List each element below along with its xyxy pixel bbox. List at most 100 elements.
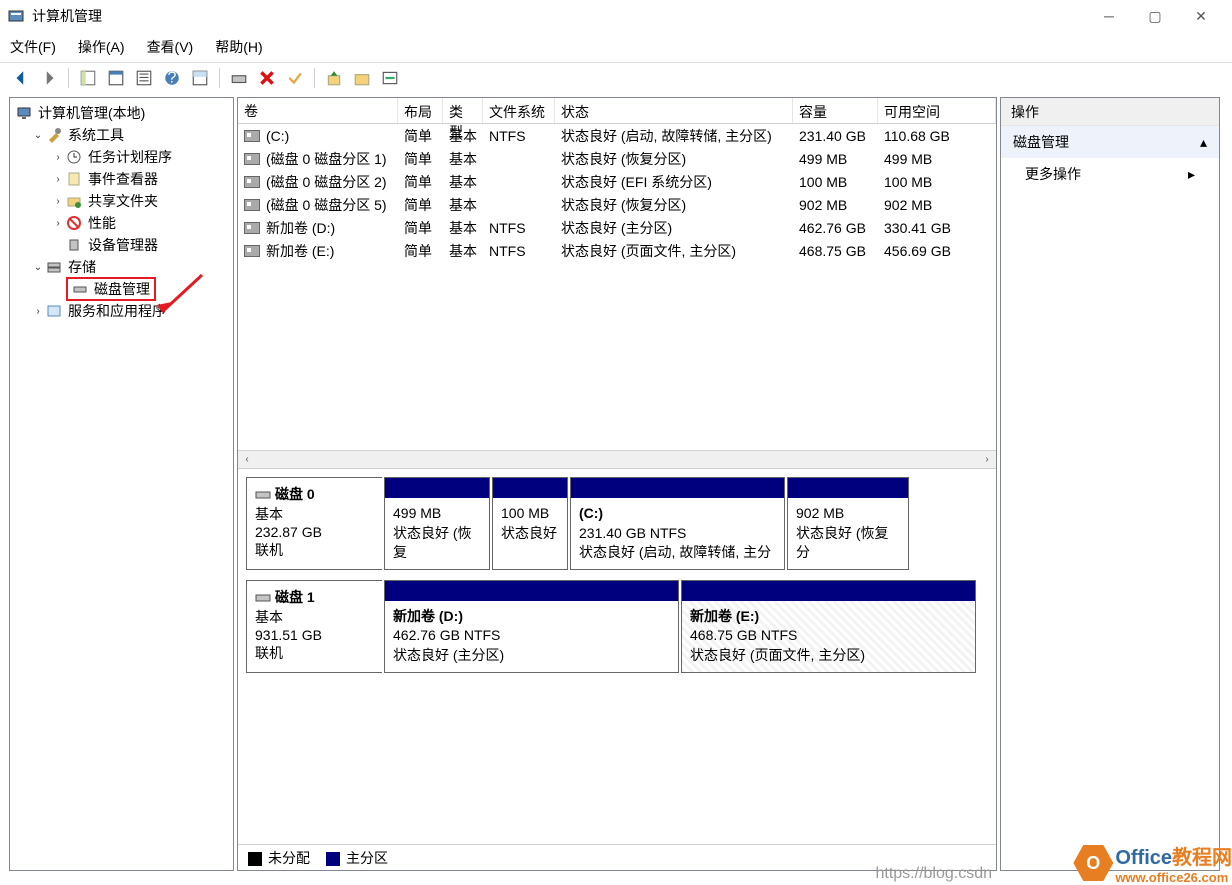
scroll-track[interactable] xyxy=(256,452,978,468)
volume-row[interactable]: (磁盘 0 磁盘分区 2) 简单 基本 状态良好 (EFI 系统分区) 100 … xyxy=(238,170,996,193)
col-free[interactable]: 可用空间 xyxy=(878,98,996,123)
partition-cell[interactable]: 新加卷 (D:)462.76 GB NTFS状态良好 (主分区) xyxy=(384,580,679,673)
scroll-left-icon[interactable]: ‹ xyxy=(238,451,256,469)
computer-icon xyxy=(16,105,32,121)
tools-icon xyxy=(46,127,62,143)
reset-button[interactable] xyxy=(284,67,306,89)
show-hide-tree-button[interactable] xyxy=(77,67,99,89)
help-button[interactable]: ? xyxy=(161,67,183,89)
up-button[interactable] xyxy=(323,67,345,89)
tree-task-scheduler[interactable]: › 任务计划程序 xyxy=(12,146,231,168)
maximize-button[interactable]: ▢ xyxy=(1132,0,1178,32)
col-status[interactable]: 状态 xyxy=(555,98,793,123)
tree-event-viewer[interactable]: › 事件查看器 xyxy=(12,168,231,190)
volume-icon xyxy=(244,199,260,211)
minimize-button[interactable]: ─ xyxy=(1086,0,1132,32)
partition-cell[interactable]: (C:)231.40 GB NTFS状态良好 (启动, 故障转储, 主分 xyxy=(570,477,785,570)
partition-header xyxy=(682,581,975,601)
volume-icon xyxy=(244,176,260,188)
tree-device-manager[interactable]: 设备管理器 xyxy=(12,234,231,256)
disk-graphical-view: 磁盘 0基本232.87 GB联机 499 MB状态良好 (恢复 100 MB状… xyxy=(238,468,996,844)
app-icon xyxy=(8,8,24,24)
tree-perf-label: 性能 xyxy=(88,213,116,233)
partition-body: (C:)231.40 GB NTFS状态良好 (启动, 故障转储, 主分 xyxy=(571,498,784,569)
expand-icon[interactable]: › xyxy=(52,151,64,163)
tree-root[interactable]: 计算机管理(本地) xyxy=(12,102,231,124)
actions-header: 操作 xyxy=(1001,98,1219,126)
collapse-icon[interactable]: ⌄ xyxy=(32,129,44,141)
close-button[interactable]: ✕ xyxy=(1178,0,1224,32)
scan-button[interactable] xyxy=(228,67,250,89)
menu-file[interactable]: 文件(F) xyxy=(10,37,56,57)
col-capacity[interactable]: 容量 xyxy=(793,98,878,123)
separator xyxy=(219,68,220,88)
menu-bar: 文件(F) 操作(A) 查看(V) 帮助(H) xyxy=(0,32,1232,62)
tree-services-apps[interactable]: › 服务和应用程序 xyxy=(12,300,231,322)
tree-diskmgmt-label: 磁盘管理 xyxy=(94,279,150,299)
collapse-icon[interactable]: ⌄ xyxy=(32,261,44,273)
actions-more[interactable]: 更多操作 ▸ xyxy=(1001,158,1219,190)
menu-action[interactable]: 操作(A) xyxy=(78,37,125,57)
toolbar: ? xyxy=(0,62,1232,92)
col-type[interactable]: 类型 xyxy=(443,98,483,123)
delete-button[interactable] xyxy=(256,67,278,89)
compact-view-button[interactable] xyxy=(379,67,401,89)
volume-row[interactable]: 新加卷 (E:) 简单 基本 NTFS 状态良好 (页面文件, 主分区) 468… xyxy=(238,239,996,262)
actions-pane: 操作 磁盘管理 ▴ 更多操作 ▸ xyxy=(1000,97,1220,871)
disk-info[interactable]: 磁盘 1基本931.51 GB联机 xyxy=(246,580,382,673)
partition-cell[interactable]: 100 MB状态良好 xyxy=(492,477,568,570)
forward-button[interactable] xyxy=(38,67,60,89)
title-bar: 计算机管理 ─ ▢ ✕ xyxy=(0,0,1232,32)
partition-body: 新加卷 (E:)468.75 GB NTFS状态良好 (页面文件, 主分区) xyxy=(682,601,975,672)
view-list-button[interactable] xyxy=(133,67,155,89)
expand-icon[interactable]: › xyxy=(52,195,64,207)
blank xyxy=(52,283,64,295)
tree-storage-label: 存储 xyxy=(68,257,96,277)
actions-section-diskmgmt[interactable]: 磁盘管理 ▴ xyxy=(1001,126,1219,158)
properties-button[interactable] xyxy=(105,67,127,89)
tree-svc-label: 服务和应用程序 xyxy=(68,301,166,321)
services-icon xyxy=(46,303,62,319)
back-button[interactable] xyxy=(10,67,32,89)
tree-system-tools[interactable]: ⌄ 系统工具 xyxy=(12,124,231,146)
partition-cell[interactable]: 499 MB状态良好 (恢复 xyxy=(384,477,490,570)
blank xyxy=(52,239,64,251)
col-layout[interactable]: 布局 xyxy=(398,98,443,123)
tree-storage[interactable]: ⌄ 存储 xyxy=(12,256,231,278)
disk-row: 磁盘 0基本232.87 GB联机 499 MB状态良好 (恢复 100 MB状… xyxy=(246,477,988,570)
tree-disk-management[interactable]: 磁盘管理 xyxy=(12,278,231,300)
tree-sys-label: 系统工具 xyxy=(68,125,124,145)
perf-icon xyxy=(66,215,82,231)
volume-row[interactable]: (磁盘 0 磁盘分区 5) 简单 基本 状态良好 (恢复分区) 902 MB 9… xyxy=(238,193,996,216)
new-folder-button[interactable] xyxy=(351,67,373,89)
partition-body: 新加卷 (D:)462.76 GB NTFS状态良好 (主分区) xyxy=(385,601,678,672)
tree-shared-folders[interactable]: › 共享文件夹 xyxy=(12,190,231,212)
scroll-right-icon[interactable]: › xyxy=(978,451,996,469)
partition-body: 100 MB状态良好 xyxy=(493,498,567,569)
tree-performance[interactable]: › 性能 xyxy=(12,212,231,234)
partition-cell[interactable]: 新加卷 (E:)468.75 GB NTFS状态良好 (页面文件, 主分区) xyxy=(681,580,976,673)
volume-icon xyxy=(244,222,260,234)
disk-info[interactable]: 磁盘 0基本232.87 GB联机 xyxy=(246,477,382,570)
volume-row[interactable]: 新加卷 (D:) 简单 基本 NTFS 状态良好 (主分区) 462.76 GB… xyxy=(238,216,996,239)
expand-triangle-icon: ▸ xyxy=(1188,166,1195,183)
hexagon-icon: O xyxy=(1073,843,1113,883)
volume-row[interactable]: (磁盘 0 磁盘分区 1) 简单 基本 状态良好 (恢复分区) 499 MB 4… xyxy=(238,147,996,170)
separator xyxy=(68,68,69,88)
partition-cell[interactable]: 902 MB状态良好 (恢复分 xyxy=(787,477,909,570)
tree-event-label: 事件查看器 xyxy=(88,169,158,189)
volume-row[interactable]: (C:) 简单 基本 NTFS 状态良好 (启动, 故障转储, 主分区) 231… xyxy=(238,124,996,147)
window-title: 计算机管理 xyxy=(32,6,1086,26)
partition-header xyxy=(493,478,567,498)
expand-icon[interactable]: › xyxy=(52,173,64,185)
col-filesystem[interactable]: 文件系统 xyxy=(483,98,555,123)
horizontal-scrollbar[interactable]: ‹ › xyxy=(238,450,996,468)
expand-icon[interactable]: › xyxy=(32,305,44,317)
col-volume[interactable]: 卷 xyxy=(238,98,398,123)
menu-help[interactable]: 帮助(H) xyxy=(215,37,262,57)
expand-icon[interactable]: › xyxy=(52,217,64,229)
actions-more-label: 更多操作 xyxy=(1025,164,1081,184)
collapse-triangle-icon: ▴ xyxy=(1200,134,1207,151)
menu-view[interactable]: 查看(V) xyxy=(147,37,194,57)
view-top-button[interactable] xyxy=(189,67,211,89)
